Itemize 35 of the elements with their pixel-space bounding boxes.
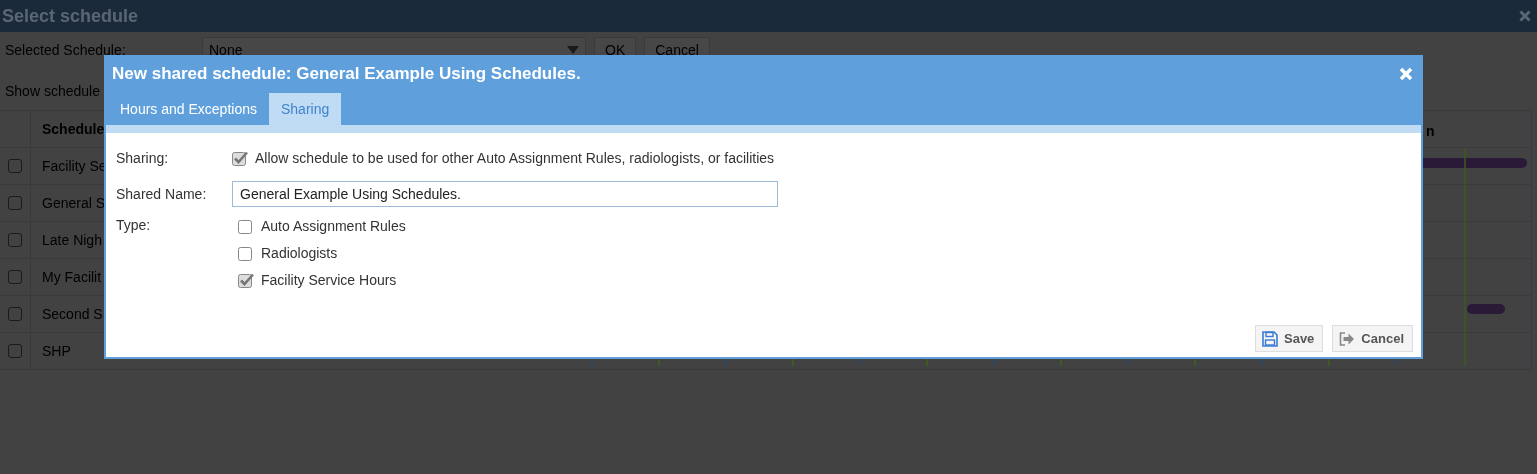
row-checkbox[interactable] <box>8 307 22 321</box>
schedule-name: Late Nigh <box>42 232 102 248</box>
schedule-name: My Facilit <box>42 269 102 285</box>
column-header: Schedule <box>42 121 105 137</box>
type-label: Type: <box>116 216 152 235</box>
row-checkbox[interactable] <box>8 344 22 358</box>
type-option-label: Auto Assignment Rules <box>261 217 406 234</box>
shared-name-label: Shared Name: <box>116 186 208 202</box>
cancel-button[interactable]: Cancel <box>1332 325 1413 352</box>
schedule-name: General S <box>42 195 106 211</box>
window-title: Select schedule <box>2 5 139 27</box>
tab[interactable]: Sharing <box>268 93 342 125</box>
type-checkbox[interactable] <box>238 271 254 288</box>
shared-name-field[interactable]: General Example Using Schedules. <box>232 181 778 207</box>
selected-schedule-label: Selected Schedule: <box>5 42 127 58</box>
exit-arrow-icon <box>1339 330 1356 347</box>
dialog-title: New shared schedule: General Example Using Schedules. <box>112 64 581 84</box>
schedule-name: SHP <box>42 343 71 359</box>
sharing-label: Sharing: <box>116 150 170 166</box>
type-checkbox[interactable] <box>238 244 254 261</box>
type-option-label: Facility Service Hours <box>261 271 397 288</box>
row-checkbox[interactable] <box>8 233 22 247</box>
schedule-name: Second S <box>42 306 103 322</box>
column-header: n <box>1426 123 1435 139</box>
type-checkbox[interactable] <box>238 217 254 234</box>
allow-sharing-label: Allow schedule to be used for other Auto Assignment Rules, radiologists, or facilities <box>255 150 775 166</box>
row-checkbox[interactable] <box>8 196 22 210</box>
allow-sharing-checkbox[interactable] <box>232 150 248 166</box>
show-schedule-label: Show schedule <box>5 83 100 99</box>
type-option-label: Radiologists <box>261 244 338 261</box>
row-checkbox[interactable] <box>8 159 22 173</box>
row-checkbox[interactable] <box>8 270 22 284</box>
save-button[interactable]: Save <box>1255 325 1324 352</box>
tab[interactable]: Hours and Exceptions <box>108 93 269 125</box>
close-icon[interactable] <box>1519 10 1531 22</box>
